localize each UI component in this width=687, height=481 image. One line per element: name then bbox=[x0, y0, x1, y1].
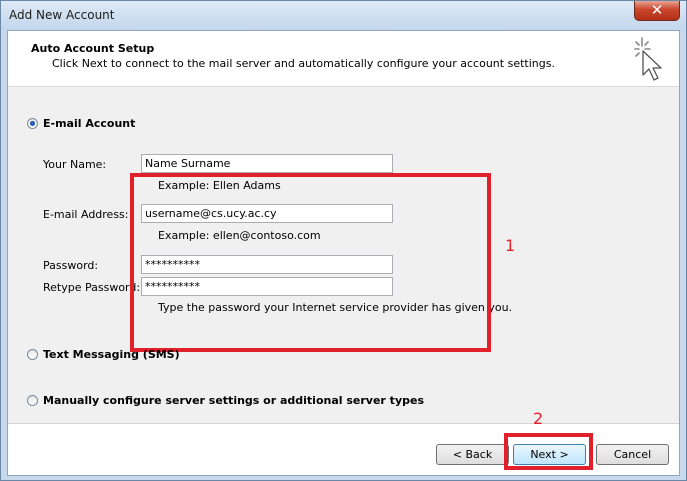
wizard-sparkle-cursor-icon bbox=[634, 37, 662, 81]
back-button[interactable]: < Back bbox=[436, 444, 509, 465]
text-messaging-radio[interactable] bbox=[27, 349, 38, 360]
text-messaging-option[interactable]: Text Messaging (SMS) bbox=[27, 348, 180, 361]
page-subtitle: Click Next to connect to the mail server… bbox=[52, 57, 555, 70]
your-name-input[interactable] bbox=[141, 154, 393, 173]
email-account-option[interactable]: E-mail Account bbox=[27, 117, 135, 130]
annotation-box-1 bbox=[130, 173, 491, 352]
email-account-radio[interactable] bbox=[27, 118, 38, 129]
page-title: Auto Account Setup bbox=[31, 42, 155, 55]
wizard-header: Auto Account Setup Click Next to connect… bbox=[8, 31, 679, 87]
wizard-body: E-mail Account Your Name: Example: Ellen… bbox=[8, 87, 679, 423]
footer-divider bbox=[8, 423, 679, 424]
password-label: Password: bbox=[43, 259, 99, 272]
add-new-account-window: Add New Account ✕ Auto Account Setup Cli… bbox=[0, 0, 687, 481]
annotation-marker-1: 1 bbox=[505, 236, 516, 255]
annotation-marker-2: 2 bbox=[533, 409, 544, 428]
annotation-box-2 bbox=[504, 433, 593, 470]
your-name-label: Your Name: bbox=[43, 158, 107, 171]
close-button[interactable]: ✕ bbox=[634, 1, 680, 21]
window-bottom-border bbox=[1, 476, 686, 480]
window-title: Add New Account bbox=[9, 8, 115, 22]
cancel-button[interactable]: Cancel bbox=[596, 444, 669, 465]
wizard-client-area: Auto Account Setup Click Next to connect… bbox=[7, 30, 680, 476]
title-bar[interactable]: Add New Account ✕ bbox=[1, 1, 686, 30]
manual-config-radio[interactable] bbox=[27, 395, 38, 406]
manual-config-label: Manually configure server settings or ad… bbox=[43, 394, 424, 407]
text-messaging-label: Text Messaging (SMS) bbox=[43, 348, 180, 361]
email-address-label: E-mail Address: bbox=[43, 208, 129, 221]
retype-password-label: Retype Password: bbox=[43, 281, 141, 294]
email-account-label: E-mail Account bbox=[43, 117, 136, 130]
manual-config-option[interactable]: Manually configure server settings or ad… bbox=[27, 394, 424, 407]
close-icon: ✕ bbox=[650, 1, 664, 19]
